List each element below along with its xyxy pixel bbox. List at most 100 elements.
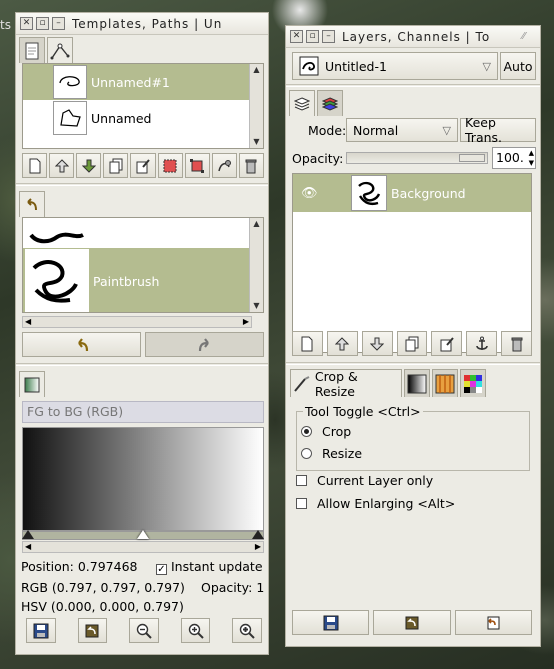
spin-arrows-icon[interactable]: ▲ ▼ — [529, 148, 534, 168]
restore-options-button[interactable] — [373, 610, 451, 635]
duplicate-layer-button[interactable] — [396, 331, 428, 356]
undo-button[interactable] — [22, 332, 141, 357]
checkbox[interactable] — [296, 475, 307, 486]
minimize-icon[interactable]: – — [322, 30, 335, 43]
titlebar[interactable]: ✕ ▫ – Templates, Paths | Un — [16, 13, 268, 35]
mode-select[interactable]: Normal ▽ — [346, 118, 458, 142]
left-stop-icon[interactable] — [22, 530, 34, 539]
radio-label: Resize — [321, 446, 363, 461]
undo-scrollbar[interactable]: ▲ ▼ — [249, 218, 263, 312]
radio-crop[interactable]: Crop — [301, 424, 351, 439]
gradient-preview[interactable] — [22, 427, 264, 531]
tab-gradients[interactable] — [19, 371, 45, 397]
opacity-slider[interactable] — [346, 152, 488, 164]
gradient-name-field[interactable]: FG to BG (RGB) — [22, 401, 264, 423]
layers-list[interactable]: 👁 Background — [292, 173, 532, 353]
zoom-out-button[interactable] — [129, 618, 159, 643]
opacity-slider-handle[interactable] — [459, 154, 485, 162]
eye-icon[interactable]: 👁 — [301, 186, 318, 201]
chevron-down-icon: ▽ — [442, 123, 451, 137]
tab-gradient-fg-bg[interactable] — [404, 369, 430, 397]
close-icon[interactable]: ✕ — [290, 30, 303, 43]
anchor-layer-button[interactable] — [466, 331, 498, 356]
raise-layer-button[interactable] — [326, 331, 358, 356]
scroll-up-icon[interactable]: ▲ — [250, 64, 263, 76]
zoom-in-button[interactable] — [180, 618, 211, 643]
current-layer-only-toggle[interactable]: Current Layer only — [296, 473, 433, 488]
close-icon[interactable]: ✕ — [20, 17, 33, 30]
radio-button[interactable] — [301, 426, 312, 437]
minimize-icon[interactable]: – — [52, 17, 65, 30]
undo-history-icon — [27, 197, 37, 210]
scroll-up-icon[interactable]: ▲ — [250, 218, 263, 230]
divider — [16, 183, 268, 186]
save-options-button[interactable] — [292, 610, 370, 635]
tab-undo-history[interactable] — [19, 191, 45, 217]
gradient-slider-bar[interactable] — [22, 530, 264, 540]
duplicate-icon — [405, 336, 419, 351]
duplicate-path-button[interactable] — [103, 153, 129, 178]
auto-button[interactable]: Auto — [500, 52, 536, 80]
paths-list[interactable]: Unnamed#1 Unnamed ▲ ▼ — [22, 63, 264, 149]
zoom-all-button[interactable] — [232, 618, 262, 643]
tab-layers[interactable] — [289, 90, 315, 116]
layer-row-background[interactable]: 👁 Background — [293, 174, 531, 212]
path-row-2[interactable]: Unnamed — [23, 100, 249, 136]
new-layer-button[interactable] — [292, 331, 323, 356]
scroll-down-icon[interactable]: ▼ — [250, 136, 263, 148]
selection-to-path-button[interactable] — [184, 153, 210, 178]
scroll-right-icon[interactable]: ▶ — [255, 542, 261, 551]
redo-button[interactable] — [145, 332, 264, 357]
new-path-button[interactable] — [22, 153, 48, 178]
revert-gradient-button[interactable] — [77, 618, 108, 643]
undo-history-list[interactable]: Paintbrush ▲ ▼ — [22, 217, 264, 313]
palette-icon — [464, 374, 482, 393]
tab-pattern[interactable] — [432, 369, 458, 397]
keep-trans-button[interactable]: Keep Trans. — [460, 115, 536, 145]
scroll-down-icon[interactable]: ▼ — [250, 300, 263, 312]
delete-path-button[interactable] — [238, 153, 264, 178]
save-gradient-button[interactable] — [26, 618, 56, 643]
shade-icon[interactable]: ▫ — [36, 17, 49, 30]
tab-templates[interactable] — [19, 37, 45, 63]
raise-path-button[interactable] — [49, 153, 75, 178]
raise-icon — [54, 158, 69, 172]
paths-scrollbar[interactable]: ▲ ▼ — [249, 64, 263, 148]
reset-options-button[interactable] — [454, 610, 532, 635]
lower-layer-button[interactable] — [361, 331, 393, 356]
scroll-left-icon[interactable]: ◀ — [25, 542, 31, 551]
path-to-selection-button[interactable] — [157, 153, 183, 178]
tab-palette[interactable] — [460, 369, 486, 397]
scroll-left-icon[interactable]: ◀ — [25, 317, 31, 326]
checkbox[interactable] — [296, 498, 307, 509]
mode-label: Mode: — [308, 123, 347, 138]
right-stop-icon[interactable] — [252, 530, 264, 539]
edit-layer-button[interactable] — [431, 331, 463, 356]
tab-paths[interactable] — [47, 37, 73, 63]
edit-path-button[interactable] — [130, 153, 156, 178]
restore-icon — [405, 616, 419, 629]
undo-row-1[interactable] — [23, 218, 249, 246]
image-selector[interactable]: Untitled-1 ▽ — [292, 52, 498, 80]
radio-resize[interactable]: Resize — [301, 446, 362, 461]
instant-update-checkbox[interactable]: ✓ — [156, 564, 167, 575]
tab-tool-options[interactable]: Crop & Resize — [290, 369, 402, 399]
undo-row-2[interactable]: Paintbrush — [23, 248, 249, 312]
lower-path-button[interactable] — [76, 153, 102, 178]
radio-button[interactable] — [301, 448, 312, 459]
layer-thumbnail — [351, 175, 387, 211]
scroll-right-icon[interactable]: ▶ — [243, 317, 249, 326]
tab-channels[interactable] — [317, 90, 343, 116]
gradient-hscrollbar[interactable]: ◀ ▶ — [22, 541, 264, 553]
stroke-path-button[interactable] — [211, 153, 237, 178]
titlebar[interactable]: ✕ ▫ – Layers, Channels | To ⁄⁄ — [286, 26, 540, 48]
opacity-spinbox[interactable]: 100. ▲ ▼ — [492, 147, 536, 169]
path-row-1[interactable]: Unnamed#1 — [23, 64, 249, 100]
shade-icon[interactable]: ▫ — [306, 30, 319, 43]
delete-layer-button[interactable] — [501, 331, 533, 356]
resize-grip-icon[interactable]: ⁄⁄ — [522, 31, 536, 43]
midpoint-stop-icon[interactable] — [137, 530, 149, 539]
allow-enlarging-toggle[interactable]: Allow Enlarging <Alt> — [296, 496, 455, 511]
undo-hscrollbar[interactable]: ◀ ▶ — [22, 316, 252, 328]
instant-update-toggle[interactable]: ✓ Instant update — [156, 559, 263, 575]
